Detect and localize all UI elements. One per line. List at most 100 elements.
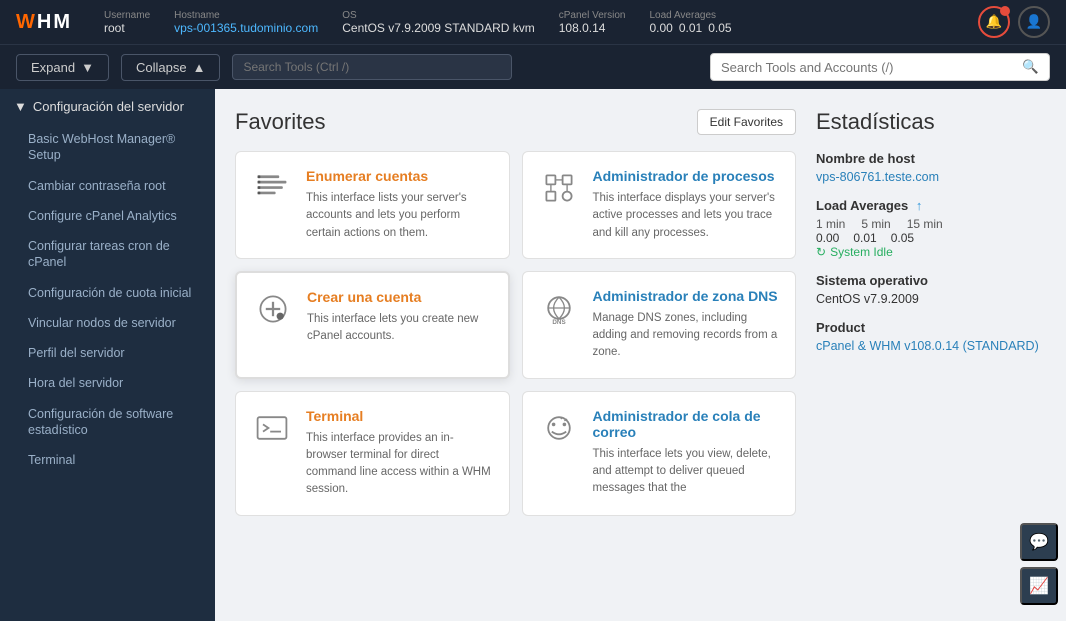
search-icon: 🔍 (1022, 59, 1039, 74)
cpanel-version-label: cPanel Version (559, 10, 626, 21)
sidebar-item-basic-webhost[interactable]: Basic WebHost Manager® Setup (0, 124, 215, 171)
up-arrow-icon: ↑ (916, 198, 923, 213)
username-value: root (104, 21, 150, 35)
user-menu-button[interactable]: 👤 (1018, 6, 1050, 38)
fav-card-enumerar-cuentas[interactable]: Enumerar cuentas This interface lists yo… (235, 151, 510, 259)
sidebar-section-configuracion[interactable]: ▼ Configuración del servidor (0, 89, 215, 124)
load-avg-row-vals: 0.00 0.01 0.05 (816, 231, 1046, 245)
collapse-button[interactable]: Collapse ▲ (121, 54, 220, 81)
whm-logo: WHM (16, 11, 72, 34)
username-label: Username (104, 10, 150, 21)
main-layout: ▼ Configuración del servidor Basic WebHo… (0, 89, 1066, 621)
load-avg-label: Load Averages (649, 10, 731, 21)
load-avg-values: 0.00 0.01 0.05 (649, 21, 731, 35)
crear-cuenta-icon (253, 289, 293, 329)
sidebar-item-cambiar-contrasena[interactable]: Cambiar contraseña root (0, 171, 215, 201)
collapse-icon: ▲ (193, 60, 206, 75)
notification-dot (1000, 6, 1010, 16)
admin-procesos-title: Administrador de procesos (593, 168, 780, 184)
username-info: Username root (104, 10, 150, 35)
product-stat-label: Product (816, 320, 1046, 335)
os-info: OS CentOS v7.9.2009 STANDARD kvm (342, 10, 535, 35)
os-value: CentOS v7.9.2009 STANDARD kvm (342, 21, 535, 35)
load-min-1: 1 min (816, 217, 845, 231)
product-stat: Product cPanel & WHM v108.0.14 (STANDARD… (816, 320, 1046, 353)
main-search-button[interactable]: 🔍 (1022, 59, 1039, 75)
load-val-1: 0.00 (816, 231, 839, 245)
load-avg-info: Load Averages 0.00 0.01 0.05 (649, 10, 731, 35)
enumerar-cuentas-desc: This interface lists your server's accou… (306, 190, 493, 242)
load-avg-stat-label: Load Averages ↑ (816, 198, 1046, 213)
admin-procesos-icon (539, 168, 579, 208)
main-search-wrap: 🔍 (710, 53, 1050, 81)
crear-cuenta-text: Crear una cuenta This interface lets you… (307, 289, 492, 361)
secondary-bar: Expand ▼ Collapse ▲ 🔍 (0, 44, 1066, 89)
cola-correo-icon (539, 408, 579, 448)
fav-card-admin-procesos[interactable]: Administrador de procesos This interface… (522, 151, 797, 259)
cpanel-version-value: 108.0.14 (559, 21, 626, 35)
hostname-value: vps-001365.tudominio.com (174, 21, 318, 35)
edit-favorites-button[interactable]: Edit Favorites (697, 109, 796, 135)
sidebar-item-vincular-nodos[interactable]: Vincular nodos de servidor (0, 308, 215, 338)
load-avg-1: 0.00 (649, 21, 672, 35)
load-avg-3: 0.05 (708, 21, 731, 35)
fixed-action-icons: 💬 📈 (1020, 523, 1058, 605)
load-avg-2: 0.01 (679, 21, 702, 35)
terminal-desc: This interface provides an in-browser te… (306, 430, 493, 499)
chat-icon: 💬 (1029, 532, 1049, 552)
hostname-stat: Nombre de host vps-806761.teste.com (816, 151, 1046, 184)
main-search-input[interactable] (721, 60, 1022, 75)
stats-panel: Estadísticas Nombre de host vps-806761.t… (816, 109, 1046, 601)
chat-icon-button[interactable]: 💬 (1020, 523, 1058, 561)
terminal-title: Terminal (306, 408, 493, 424)
system-idle-link[interactable]: ↻ System Idle (816, 245, 1046, 259)
favorites-section: Favorites Edit Favorites (235, 109, 796, 601)
sidebar-section-label: Configuración del servidor (33, 99, 184, 114)
admin-procesos-text: Administrador de procesos This interface… (593, 168, 780, 242)
os-label: OS (342, 10, 535, 21)
main-content: Favorites Edit Favorites (215, 89, 1066, 621)
sidebar: ▼ Configuración del servidor Basic WebHo… (0, 89, 215, 621)
chart-icon-button[interactable]: 📈 (1020, 567, 1058, 605)
user-icon: 👤 (1026, 14, 1043, 30)
sidebar-item-configure-cpanel-analytics[interactable]: Configure cPanel Analytics (0, 201, 215, 231)
sidebar-item-terminal[interactable]: Terminal (0, 445, 215, 475)
stats-title: Estadísticas (816, 109, 1046, 135)
admin-dns-desc: Manage DNS zones, including adding and r… (593, 310, 780, 362)
sidebar-search-input[interactable] (232, 54, 512, 80)
load-val-2: 0.01 (853, 231, 876, 245)
cola-correo-title: Administrador de cola de correo (593, 408, 780, 440)
terminal-text: Terminal This interface provides an in-b… (306, 408, 493, 499)
notifications-button[interactable]: 🔔 (978, 6, 1010, 38)
fav-card-terminal[interactable]: Terminal This interface provides an in-b… (235, 391, 510, 516)
main-search-bar: 🔍 (524, 53, 1050, 81)
refresh-icon: ↻ (816, 245, 826, 259)
sidebar-item-cuota[interactable]: Configuración de cuota inicial (0, 278, 215, 308)
load-avg-row-mins: 1 min 5 min 15 min (816, 217, 1046, 231)
hostname-label: Hostname (174, 10, 318, 21)
favorites-header: Favorites Edit Favorites (235, 109, 796, 135)
expand-icon: ▼ (81, 60, 94, 75)
system-idle-label: System Idle (830, 245, 893, 259)
os-stat-value: CentOS v7.9.2009 (816, 292, 1046, 306)
chart-icon: 📈 (1029, 576, 1049, 596)
sidebar-item-cron[interactable]: Configurar tareas cron de cPanel (0, 231, 215, 278)
cpanel-version-info: cPanel Version 108.0.14 (559, 10, 626, 35)
collapse-label: Collapse (136, 60, 187, 75)
sidebar-item-perfil[interactable]: Perfil del servidor (0, 338, 215, 368)
fav-card-crear-cuenta[interactable]: Crear una cuenta This interface lets you… (235, 271, 510, 379)
fav-card-admin-dns[interactable]: DNS Administrador de zona DNS Manage DNS… (522, 271, 797, 379)
product-stat-value: cPanel & WHM v108.0.14 (STANDARD) (816, 339, 1046, 353)
enumerar-cuentas-text: Enumerar cuentas This interface lists yo… (306, 168, 493, 242)
crear-cuenta-desc: This interface lets you create new cPane… (307, 311, 492, 346)
sidebar-item-hora[interactable]: Hora del servidor (0, 368, 215, 398)
admin-procesos-desc: This interface displays your server's ac… (593, 190, 780, 242)
favorites-title: Favorites (235, 109, 325, 135)
top-bar-info: Username root Hostname vps-001365.tudomi… (104, 10, 954, 35)
sidebar-item-software-estadistico[interactable]: Configuración de software estadístico (0, 399, 215, 446)
admin-dns-title: Administrador de zona DNS (593, 288, 780, 304)
hostname-info: Hostname vps-001365.tudominio.com (174, 10, 318, 35)
fav-card-cola-correo[interactable]: Administrador de cola de correo This int… (522, 391, 797, 516)
expand-button[interactable]: Expand ▼ (16, 54, 109, 81)
svg-text:DNS: DNS (552, 319, 565, 326)
